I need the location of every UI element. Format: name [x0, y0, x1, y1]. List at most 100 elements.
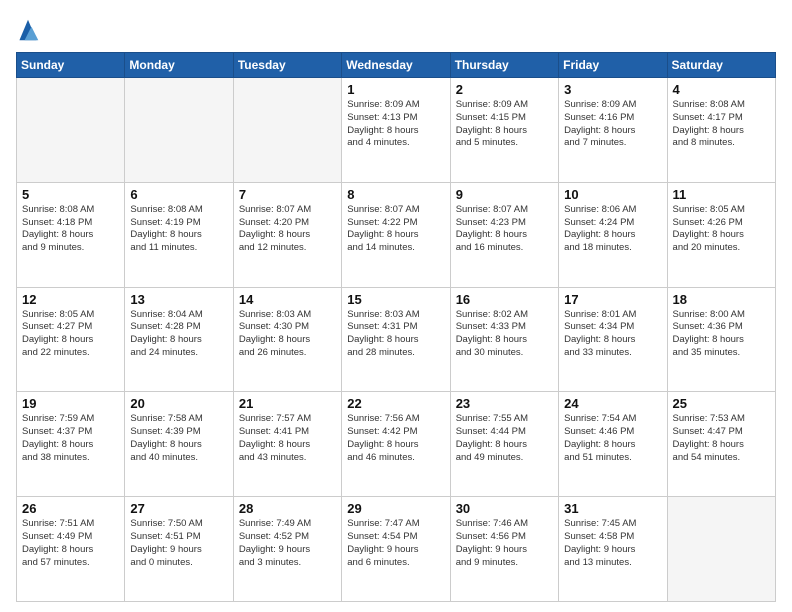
day-info: Sunrise: 7:53 AM Sunset: 4:47 PM Dayligh…	[673, 413, 770, 464]
calendar-cell: 20 Sunrise: 7:58 AM Sunset: 4:39 PM Dayli…	[125, 392, 233, 497]
calendar-cell: 18Sunrise: 8:00 AM Sunset: 4:36 PM Dayli…	[667, 287, 775, 392]
calendar-week-3: 12 Sunrise: 8:05 AM Sunset: 4:27 PM Dayli…	[17, 287, 776, 392]
day-info: Sunrise: 8:09 AM Sunset: 4:13 PM Dayligh…	[347, 99, 444, 150]
day-info: Sunrise: 7:46 AM Sunset: 4:56 PM Dayligh…	[456, 518, 553, 569]
calendar-cell: 16Sunrise: 8:02 AM Sunset: 4:33 PM Dayli…	[450, 287, 558, 392]
calendar-cell: 15 Sunrise: 8:03 AM Sunset: 4:31 PM Dayli…	[342, 287, 450, 392]
calendar-cell: 29 Sunrise: 7:47 AM Sunset: 4:54 PM Dayli…	[342, 497, 450, 602]
calendar-cell: 25 Sunrise: 7:53 AM Sunset: 4:47 PM Dayli…	[667, 392, 775, 497]
calendar-cell	[125, 78, 233, 183]
day-number: 18	[673, 292, 770, 307]
day-number: 14	[239, 292, 336, 307]
day-number: 29	[347, 501, 444, 516]
day-number: 23	[456, 396, 553, 411]
calendar-cell: 11 Sunrise: 8:05 AM Sunset: 4:26 PM Dayli…	[667, 182, 775, 287]
calendar-header-tuesday: Tuesday	[233, 53, 341, 78]
day-info: Sunrise: 7:50 AM Sunset: 4:51 PM Dayligh…	[130, 518, 227, 569]
day-info: Sunrise: 8:07 AM Sunset: 4:23 PM Dayligh…	[456, 204, 553, 255]
logo	[16, 16, 44, 44]
day-number: 5	[22, 187, 119, 202]
calendar-cell: 14 Sunrise: 8:03 AM Sunset: 4:30 PM Dayli…	[233, 287, 341, 392]
calendar-cell: 1 Sunrise: 8:09 AM Sunset: 4:13 PM Daylig…	[342, 78, 450, 183]
day-info: Sunrise: 8:03 AM Sunset: 4:30 PM Dayligh…	[239, 309, 336, 360]
header	[16, 16, 776, 44]
calendar-cell: 31Sunrise: 7:45 AM Sunset: 4:58 PM Dayli…	[559, 497, 667, 602]
day-info: Sunrise: 8:07 AM Sunset: 4:22 PM Dayligh…	[347, 204, 444, 255]
calendar-week-2: 5 Sunrise: 8:08 AM Sunset: 4:18 PM Daylig…	[17, 182, 776, 287]
calendar-header-sunday: Sunday	[17, 53, 125, 78]
calendar-cell: 12 Sunrise: 8:05 AM Sunset: 4:27 PM Dayli…	[17, 287, 125, 392]
calendar-cell: 9 Sunrise: 8:07 AM Sunset: 4:23 PM Daylig…	[450, 182, 558, 287]
day-number: 15	[347, 292, 444, 307]
day-info: Sunrise: 7:59 AM Sunset: 4:37 PM Dayligh…	[22, 413, 119, 464]
calendar-week-5: 26 Sunrise: 7:51 AM Sunset: 4:49 PM Dayli…	[17, 497, 776, 602]
calendar-cell: 6Sunrise: 8:08 AM Sunset: 4:19 PM Daylig…	[125, 182, 233, 287]
day-info: Sunrise: 7:58 AM Sunset: 4:39 PM Dayligh…	[130, 413, 227, 464]
day-info: Sunrise: 7:55 AM Sunset: 4:44 PM Dayligh…	[456, 413, 553, 464]
day-info: Sunrise: 7:47 AM Sunset: 4:54 PM Dayligh…	[347, 518, 444, 569]
calendar-cell: 10 Sunrise: 8:06 AM Sunset: 4:24 PM Dayli…	[559, 182, 667, 287]
day-info: Sunrise: 7:45 AM Sunset: 4:58 PM Dayligh…	[564, 518, 661, 569]
calendar-cell: 28Sunrise: 7:49 AM Sunset: 4:52 PM Dayli…	[233, 497, 341, 602]
day-number: 17	[564, 292, 661, 307]
day-number: 13	[130, 292, 227, 307]
day-number: 12	[22, 292, 119, 307]
day-number: 26	[22, 501, 119, 516]
calendar-cell: 13 Sunrise: 8:04 AM Sunset: 4:28 PM Dayli…	[125, 287, 233, 392]
calendar-cell	[233, 78, 341, 183]
day-number: 19	[22, 396, 119, 411]
day-number: 22	[347, 396, 444, 411]
day-info: Sunrise: 8:08 AM Sunset: 4:17 PM Dayligh…	[673, 99, 770, 150]
day-info: Sunrise: 8:05 AM Sunset: 4:27 PM Dayligh…	[22, 309, 119, 360]
day-number: 8	[347, 187, 444, 202]
day-number: 16	[456, 292, 553, 307]
day-info: Sunrise: 7:54 AM Sunset: 4:46 PM Dayligh…	[564, 413, 661, 464]
calendar-table: SundayMondayTuesdayWednesdayThursdayFrid…	[16, 52, 776, 602]
calendar-cell: 23 Sunrise: 7:55 AM Sunset: 4:44 PM Dayli…	[450, 392, 558, 497]
calendar-cell: 21 Sunrise: 7:57 AM Sunset: 4:41 PM Dayli…	[233, 392, 341, 497]
day-number: 30	[456, 501, 553, 516]
calendar-cell: 17 Sunrise: 8:01 AM Sunset: 4:34 PM Dayli…	[559, 287, 667, 392]
day-info: Sunrise: 8:08 AM Sunset: 4:18 PM Dayligh…	[22, 204, 119, 255]
day-info: Sunrise: 7:51 AM Sunset: 4:49 PM Dayligh…	[22, 518, 119, 569]
calendar-cell: 19 Sunrise: 7:59 AM Sunset: 4:37 PM Dayli…	[17, 392, 125, 497]
calendar-header-row: SundayMondayTuesdayWednesdayThursdayFrid…	[17, 53, 776, 78]
day-info: Sunrise: 8:09 AM Sunset: 4:16 PM Dayligh…	[564, 99, 661, 150]
day-number: 25	[673, 396, 770, 411]
day-number: 9	[456, 187, 553, 202]
day-info: Sunrise: 8:09 AM Sunset: 4:15 PM Dayligh…	[456, 99, 553, 150]
calendar-cell: 5 Sunrise: 8:08 AM Sunset: 4:18 PM Daylig…	[17, 182, 125, 287]
calendar-cell: 24Sunrise: 7:54 AM Sunset: 4:46 PM Dayli…	[559, 392, 667, 497]
day-number: 10	[564, 187, 661, 202]
day-number: 28	[239, 501, 336, 516]
day-number: 2	[456, 82, 553, 97]
calendar-header-saturday: Saturday	[667, 53, 775, 78]
calendar-cell	[17, 78, 125, 183]
calendar-cell: 8 Sunrise: 8:07 AM Sunset: 4:22 PM Daylig…	[342, 182, 450, 287]
logo-icon	[16, 16, 40, 44]
day-number: 6	[130, 187, 227, 202]
day-number: 4	[673, 82, 770, 97]
calendar-header-thursday: Thursday	[450, 53, 558, 78]
day-number: 20	[130, 396, 227, 411]
calendar-cell: 7Sunrise: 8:07 AM Sunset: 4:20 PM Daylig…	[233, 182, 341, 287]
day-info: Sunrise: 8:07 AM Sunset: 4:20 PM Dayligh…	[239, 204, 336, 255]
day-number: 21	[239, 396, 336, 411]
day-info: Sunrise: 8:04 AM Sunset: 4:28 PM Dayligh…	[130, 309, 227, 360]
calendar-header-friday: Friday	[559, 53, 667, 78]
day-number: 1	[347, 82, 444, 97]
day-info: Sunrise: 7:57 AM Sunset: 4:41 PM Dayligh…	[239, 413, 336, 464]
calendar-cell: 2 Sunrise: 8:09 AM Sunset: 4:15 PM Daylig…	[450, 78, 558, 183]
day-info: Sunrise: 8:06 AM Sunset: 4:24 PM Dayligh…	[564, 204, 661, 255]
day-info: Sunrise: 8:05 AM Sunset: 4:26 PM Dayligh…	[673, 204, 770, 255]
calendar-cell: 4 Sunrise: 8:08 AM Sunset: 4:17 PM Daylig…	[667, 78, 775, 183]
calendar-header-wednesday: Wednesday	[342, 53, 450, 78]
day-info: Sunrise: 8:03 AM Sunset: 4:31 PM Dayligh…	[347, 309, 444, 360]
calendar-week-1: 1 Sunrise: 8:09 AM Sunset: 4:13 PM Daylig…	[17, 78, 776, 183]
day-info: Sunrise: 8:01 AM Sunset: 4:34 PM Dayligh…	[564, 309, 661, 360]
page: SundayMondayTuesdayWednesdayThursdayFrid…	[0, 0, 792, 612]
day-number: 11	[673, 187, 770, 202]
calendar-cell: 26 Sunrise: 7:51 AM Sunset: 4:49 PM Dayli…	[17, 497, 125, 602]
calendar-cell: 30 Sunrise: 7:46 AM Sunset: 4:56 PM Dayli…	[450, 497, 558, 602]
calendar-cell: 3Sunrise: 8:09 AM Sunset: 4:16 PM Daylig…	[559, 78, 667, 183]
